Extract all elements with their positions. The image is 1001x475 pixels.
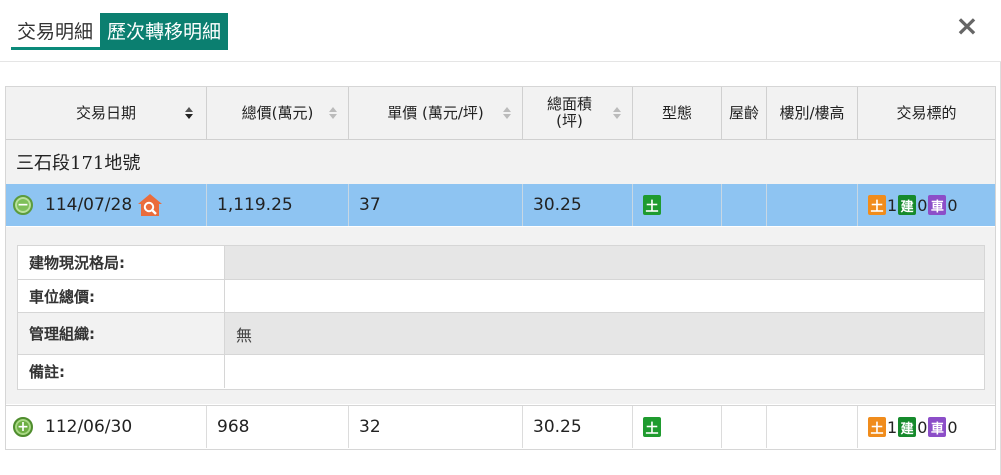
col-header-date[interactable]: 交易日期 xyxy=(6,87,207,139)
table-row[interactable]: + 112/06/30 968 32 30.25 土 土 1 建 0 車 0 xyxy=(6,405,995,448)
tab-bar: 交易明細 歷次轉移明細 xyxy=(11,13,229,51)
car-target-badge: 車 xyxy=(928,417,947,437)
sort-icon[interactable] xyxy=(612,105,622,121)
tab-transaction-details[interactable]: 交易明細 xyxy=(11,13,101,50)
sort-icon[interactable] xyxy=(502,105,512,121)
detail-label: 建物現況格局: xyxy=(18,246,225,279)
type-cell: 土 xyxy=(633,184,722,226)
header-divider xyxy=(0,61,1001,62)
area-cell: 30.25 xyxy=(523,406,633,448)
land-count: 1 xyxy=(887,195,898,215)
collapse-row-icon[interactable]: − xyxy=(13,195,33,215)
land-target-badge: 土 xyxy=(868,195,886,215)
col-header-total-price[interactable]: 總價(萬元) xyxy=(207,87,349,139)
table-row[interactable]: − 114/07/28 1,119.25 37 30.25 土 土 1 建 0 … xyxy=(6,184,995,226)
col-header-age: 屋齡 xyxy=(722,87,767,139)
total-price-cell: 968 xyxy=(207,406,349,448)
col-header-type: 型態 xyxy=(633,87,722,139)
detail-row-layout: 建物現況格局: xyxy=(18,246,984,280)
detail-value xyxy=(225,355,984,388)
car-count: 0 xyxy=(947,417,958,437)
floor-cell xyxy=(767,184,858,226)
sort-active-icon[interactable] xyxy=(184,105,194,121)
unit-price-cell: 37 xyxy=(349,184,523,226)
targets-cell: 土 1 建 0 車 0 xyxy=(858,406,995,448)
col-header-targets: 交易標的 xyxy=(896,103,957,122)
col-header-area[interactable]: 總面積 (坪) xyxy=(523,87,633,139)
detail-value xyxy=(225,246,984,279)
detail-label: 車位總價: xyxy=(18,280,225,312)
car-count: 0 xyxy=(947,195,958,215)
detail-table: 建物現況格局: 車位總價: 管理組織: 無 備註: xyxy=(17,245,985,390)
detail-value xyxy=(225,280,984,312)
detail-row-notes: 備註: xyxy=(18,355,984,388)
area-cell: 30.25 xyxy=(523,184,633,226)
building-count: 0 xyxy=(917,417,928,437)
close-icon[interactable]: × xyxy=(955,12,979,40)
detail-label: 備註: xyxy=(18,355,225,388)
age-cell xyxy=(722,184,767,226)
table-header: 交易日期 總價(萬元) 單價 (萬元/坪) 總面積 (坪) 型態 屋齡 樓別/樓… xyxy=(6,87,995,140)
building-target-badge: 建 xyxy=(898,195,917,215)
targets-cell: 土 1 建 0 車 0 xyxy=(858,184,995,226)
section-title: 三石段171地號 xyxy=(6,140,995,184)
land-type-badge: 土 xyxy=(643,417,661,437)
building-count: 0 xyxy=(917,195,928,215)
date-cell: + 112/06/30 xyxy=(6,406,207,448)
expand-row-icon[interactable]: + xyxy=(13,417,33,437)
sort-icon[interactable] xyxy=(328,105,338,121)
land-count: 1 xyxy=(887,417,898,437)
tab-transfer-history[interactable]: 歷次轉移明細 xyxy=(100,13,229,50)
age-cell xyxy=(722,406,767,448)
transactions-table: 交易日期 總價(萬元) 單價 (萬元/坪) 總面積 (坪) 型態 屋齡 樓別/樓… xyxy=(5,86,996,450)
detail-row-parking-price: 車位總價: xyxy=(18,280,984,313)
col-header-floor: 樓別/樓高 xyxy=(767,87,858,139)
detail-value: 無 xyxy=(225,313,984,354)
row-detail-panel: 建物現況格局: 車位總價: 管理組織: 無 備註: xyxy=(6,227,995,404)
date-cell: − 114/07/28 xyxy=(6,184,207,226)
land-target-badge: 土 xyxy=(868,417,886,437)
unit-price-cell: 32 xyxy=(349,406,523,448)
car-target-badge: 車 xyxy=(928,195,947,215)
col-header-unit-price[interactable]: 單價 (萬元/坪) xyxy=(349,87,523,139)
land-type-badge: 土 xyxy=(643,195,661,215)
building-target-badge: 建 xyxy=(898,417,917,437)
detail-row-management: 管理組織: 無 xyxy=(18,313,984,355)
house-search-icon[interactable] xyxy=(137,193,163,217)
floor-cell xyxy=(767,406,858,448)
total-price-cell: 1,119.25 xyxy=(207,184,349,226)
type-cell: 土 xyxy=(633,406,722,448)
detail-label: 管理組織: xyxy=(18,313,225,354)
